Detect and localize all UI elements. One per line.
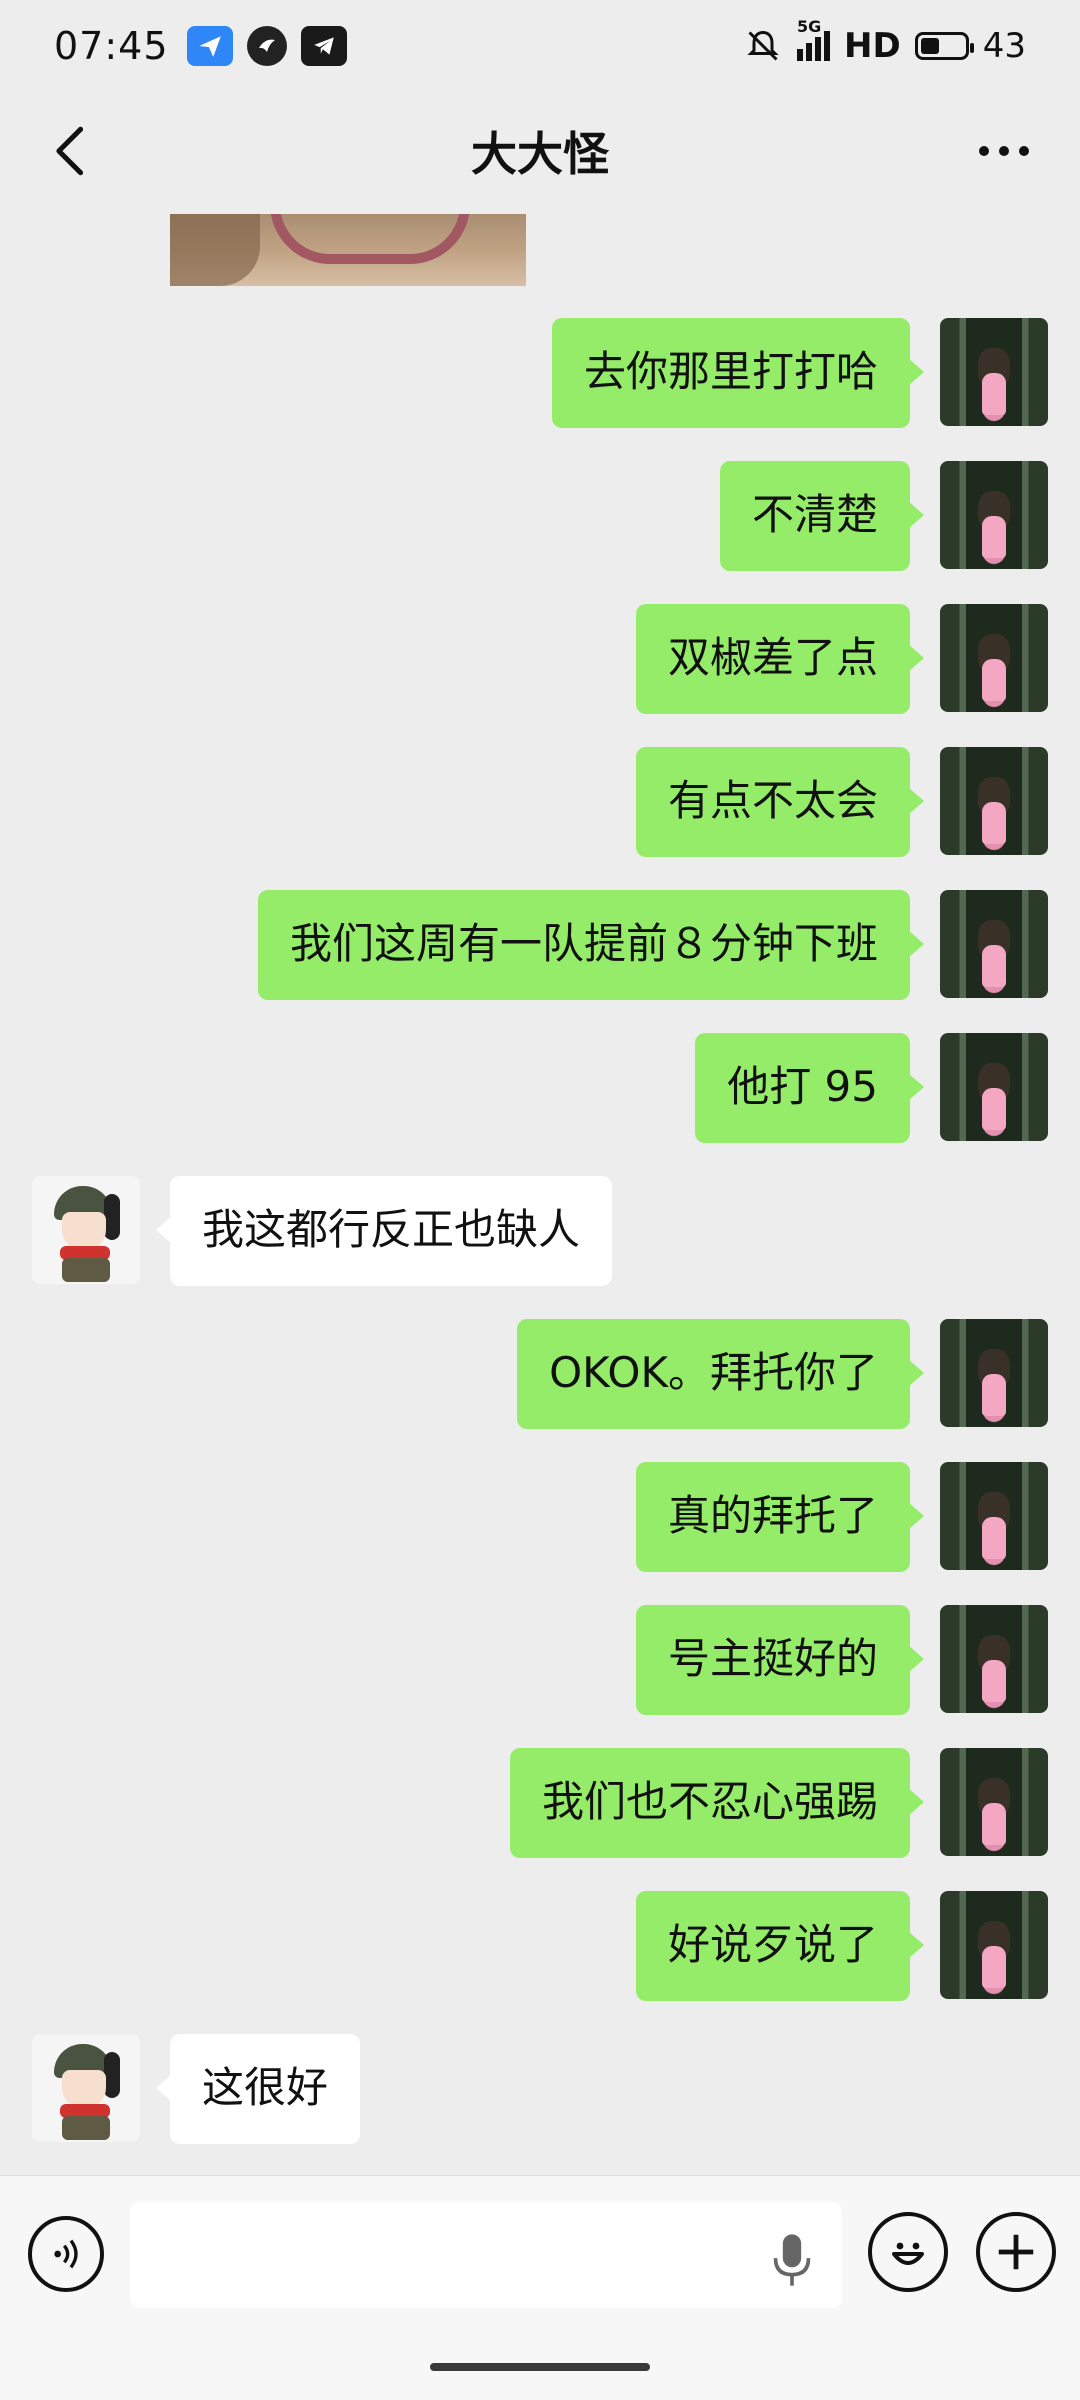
emoji-icon <box>892 2242 924 2265</box>
avatar[interactable] <box>940 1462 1048 1570</box>
image-message[interactable] <box>170 214 526 286</box>
status-notification-icons <box>186 26 347 66</box>
message-bubble[interactable]: 我们也不忍心强踢 <box>509 1748 925 1858</box>
avatar[interactable] <box>940 1319 1048 1427</box>
hd-label: HD <box>844 26 901 66</box>
voice-icon <box>54 2239 78 2269</box>
voice-button[interactable] <box>28 2216 104 2292</box>
message-bubble[interactable]: 好说歹说了 <box>635 1891 925 2001</box>
message-bubble[interactable]: 有点不太会 <box>635 747 925 857</box>
status-time: 07:45 <box>54 24 169 68</box>
message-row: 这很好 <box>32 2034 361 2144</box>
status-bar: 07:45 5G HD 43 <box>0 0 1080 92</box>
message-bubble[interactable]: 真的拜托了 <box>635 1462 925 1572</box>
input-bar <box>0 2175 1080 2400</box>
message-row: 我们这周有一队提前８分钟下班 <box>257 890 1048 1000</box>
avatar[interactable] <box>940 1891 1048 1999</box>
message-bubble[interactable]: 他打 95 <box>695 1033 924 1143</box>
message-bubble[interactable]: 不清楚 <box>719 461 925 571</box>
avatar[interactable] <box>940 604 1048 712</box>
avatar[interactable] <box>940 890 1048 998</box>
more-dots-icon <box>979 146 989 156</box>
home-indicator[interactable] <box>430 2363 650 2371</box>
chat-header: 大大怪 <box>0 92 1080 210</box>
chevron-left-icon <box>56 126 84 176</box>
more-button[interactable] <box>964 118 1044 184</box>
message-row: 我这都行反正也缺人 <box>32 1176 613 1286</box>
chat-title: 大大怪 <box>471 127 609 181</box>
mute-icon <box>747 30 779 61</box>
message-row: OKOK。拜托你了 <box>517 1319 1048 1429</box>
message-row: 我们也不忍心强踢 <box>509 1748 1048 1858</box>
avatar[interactable] <box>32 2034 140 2142</box>
signal-icon: 5G <box>797 17 831 61</box>
message-row: 号主挺好的 <box>635 1605 1048 1715</box>
swallow-app-icon <box>246 26 287 66</box>
message-bubble[interactable]: 去你那里打打哈 <box>551 318 925 428</box>
emoji-button[interactable] <box>868 2212 948 2292</box>
avatar[interactable] <box>32 1176 140 1284</box>
avatar[interactable] <box>940 747 1048 855</box>
back-button[interactable] <box>36 118 102 184</box>
message-row: 他打 95 <box>695 1033 1048 1143</box>
message-bubble[interactable]: 我这都行反正也缺人 <box>155 1176 613 1286</box>
message-row: 不清楚 <box>719 461 1048 571</box>
battery-icon <box>914 32 974 60</box>
status-right: 5G HD 43 <box>743 17 1026 66</box>
avatar[interactable] <box>940 1033 1048 1141</box>
avatar[interactable] <box>940 318 1048 426</box>
avatar[interactable] <box>940 461 1048 569</box>
message-list[interactable]: 去你那里打打哈 不清楚 双椒差了点 有点不太会 我们这周有一队提前８分钟下班 他… <box>0 210 1080 2175</box>
message-input[interactable] <box>130 2202 842 2308</box>
battery-level: 43 <box>982 26 1026 66</box>
message-bubble[interactable]: 我们这周有一队提前８分钟下班 <box>257 890 925 1000</box>
avatar[interactable] <box>940 1748 1048 1856</box>
plus-icon <box>998 2234 1034 2270</box>
paper-plane-app-icon <box>186 26 233 66</box>
message-bubble[interactable]: 号主挺好的 <box>635 1605 925 1715</box>
message-bubble[interactable]: 这很好 <box>155 2034 361 2144</box>
message-row: 有点不太会 <box>635 747 1048 857</box>
message-bubble[interactable]: OKOK。拜托你了 <box>517 1319 924 1429</box>
message-row: 好说歹说了 <box>635 1891 1048 2001</box>
message-bubble[interactable]: 双椒差了点 <box>635 604 925 714</box>
microphone-icon[interactable] <box>770 2230 814 2290</box>
avatar[interactable] <box>940 1605 1048 1713</box>
battery-fill <box>920 38 939 54</box>
more-actions-button[interactable] <box>976 2212 1056 2292</box>
telegram-icon <box>300 26 347 66</box>
message-row: 双椒差了点 <box>635 604 1048 714</box>
message-row: 真的拜托了 <box>635 1462 1048 1572</box>
message-row: 去你那里打打哈 <box>551 318 1048 428</box>
